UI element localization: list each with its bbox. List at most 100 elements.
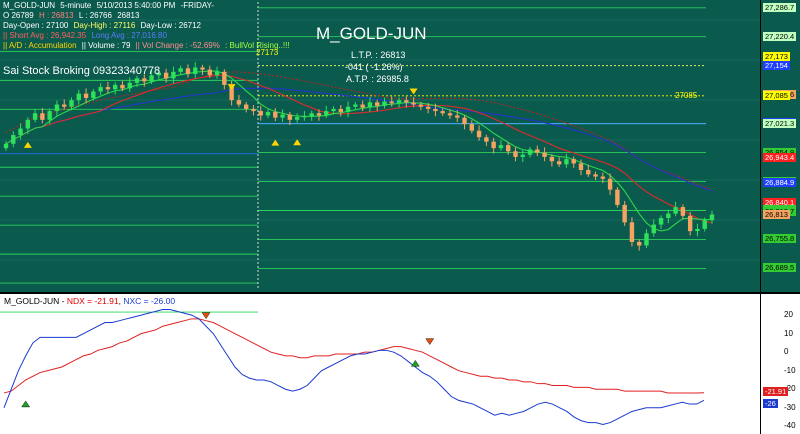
candle-body xyxy=(695,228,700,232)
signal-triangle xyxy=(271,139,280,146)
chart-title: M_GOLD-JUN xyxy=(316,24,427,43)
ohlc-close: 26813 xyxy=(117,11,140,20)
indicator-signal xyxy=(201,312,211,320)
volume: || Volume : 79 xyxy=(81,41,131,50)
candle-body xyxy=(171,71,176,79)
candle-body xyxy=(527,149,533,155)
candle-body xyxy=(520,154,525,157)
candle-body xyxy=(105,87,111,90)
nxc-value: NXC = -26.00 xyxy=(123,296,176,306)
candle-body xyxy=(112,84,118,90)
candle-body xyxy=(374,102,380,106)
candle-body xyxy=(455,115,460,118)
candle-body xyxy=(549,156,555,162)
candle-body xyxy=(396,100,402,104)
candle-body xyxy=(629,222,635,242)
candle-body xyxy=(556,161,562,165)
long-avg-line xyxy=(5,87,713,192)
candle-body xyxy=(11,135,16,144)
price-tag: 26,943.4 xyxy=(763,152,797,162)
candle-body xyxy=(142,78,147,82)
price-tag: 26,884.9 xyxy=(763,178,797,188)
candle-body xyxy=(62,104,67,107)
day-open: Day-Open : 27100 xyxy=(3,21,69,30)
candle-body xyxy=(564,159,569,165)
candle-body xyxy=(280,114,285,118)
candle-body xyxy=(476,130,482,138)
long-avg: Long Avg : 27,016.80 xyxy=(91,31,167,40)
candle-body xyxy=(83,93,89,98)
indicator-title: M_GOLD-JUN - NDX = -21.91, NXC = -26.00 xyxy=(4,296,176,306)
candle-body xyxy=(542,152,547,157)
candle-body xyxy=(498,145,504,149)
ltp-label: L.T.P. : 26813 xyxy=(351,50,406,60)
candle-body xyxy=(76,93,81,101)
price-tag: 27,021.3 xyxy=(763,118,797,128)
candle-body xyxy=(644,233,649,246)
indicator-line-nxc xyxy=(3,309,705,425)
candle-body xyxy=(513,151,518,157)
indicator-tick: 0 xyxy=(784,347,789,357)
candle-body xyxy=(651,224,656,234)
candle-body xyxy=(367,102,373,108)
candle-body xyxy=(571,159,576,164)
candle-body xyxy=(193,67,198,74)
indicator-symbol: M_GOLD-JUN xyxy=(4,296,60,306)
candle-body xyxy=(287,114,293,120)
ohlc-open: O 26789 xyxy=(3,11,34,20)
price-tag: 27,220.4 xyxy=(763,31,797,41)
candle-body xyxy=(40,113,45,120)
candle-body xyxy=(382,101,387,106)
candle-body xyxy=(637,242,642,246)
candle-body xyxy=(447,113,453,116)
candle-body xyxy=(331,108,336,112)
candle-body xyxy=(134,78,140,83)
symbol-name: M_GOLD-JUN xyxy=(3,1,56,10)
candle-body xyxy=(666,213,671,218)
candle-body xyxy=(709,214,715,221)
indicator-signal xyxy=(410,359,420,367)
candle-body xyxy=(658,218,664,225)
broker-watermark: Sai Stock Broking 09323340778 xyxy=(3,65,161,77)
candle-body xyxy=(404,100,409,103)
header-line-5: || A/D : Accumulation || Volume : 79 || … xyxy=(3,41,293,51)
short-avg: || Short Avg : 26,942.35 xyxy=(3,31,87,40)
atp-label: A.T.P. : 26985.8 xyxy=(346,74,409,84)
candle-body xyxy=(360,104,365,108)
candle-body xyxy=(702,220,707,229)
signal-triangle xyxy=(23,141,32,148)
candle-body xyxy=(251,108,256,112)
candle-body xyxy=(578,163,584,170)
header-line-4: || Short Avg : 26,942.35 Long Avg : 27,0… xyxy=(3,31,170,41)
level-label-right: 27085 xyxy=(675,91,698,100)
candle-body xyxy=(309,113,314,117)
candle-body xyxy=(673,207,678,214)
header-line-1: M_GOLD-JUN 5-minute 5/10/2013 5:40:00 PM… xyxy=(3,1,217,11)
candle-body xyxy=(607,178,613,190)
candle-body xyxy=(622,204,627,223)
candle-body xyxy=(178,68,183,72)
candle-body xyxy=(462,117,467,125)
indicator-tick: 10 xyxy=(784,328,793,338)
candle-body xyxy=(25,119,31,129)
day-low: Day-Low : 26712 xyxy=(140,21,201,30)
candle-body xyxy=(200,67,205,70)
price-tag: 26,813 xyxy=(763,209,790,219)
ad-status: || A/D : Accumulation xyxy=(3,41,77,50)
ndx-tag: -21.91 xyxy=(763,386,789,396)
candle-body xyxy=(120,84,125,89)
candle-body xyxy=(353,104,358,107)
candle-body xyxy=(469,124,475,131)
ohlc-high: H : 26813 xyxy=(38,11,74,20)
signal-triangle xyxy=(409,88,418,95)
candle-body xyxy=(222,71,227,85)
candle-body xyxy=(535,149,540,153)
candle-body xyxy=(324,111,329,116)
candle-body xyxy=(265,111,271,116)
indicator-tick: -30 xyxy=(784,402,796,412)
fast-avg-line xyxy=(5,70,713,232)
candle-body xyxy=(127,82,132,89)
interval: 5-minute xyxy=(60,1,92,10)
candle-body xyxy=(680,207,686,216)
candle-body xyxy=(258,111,263,116)
